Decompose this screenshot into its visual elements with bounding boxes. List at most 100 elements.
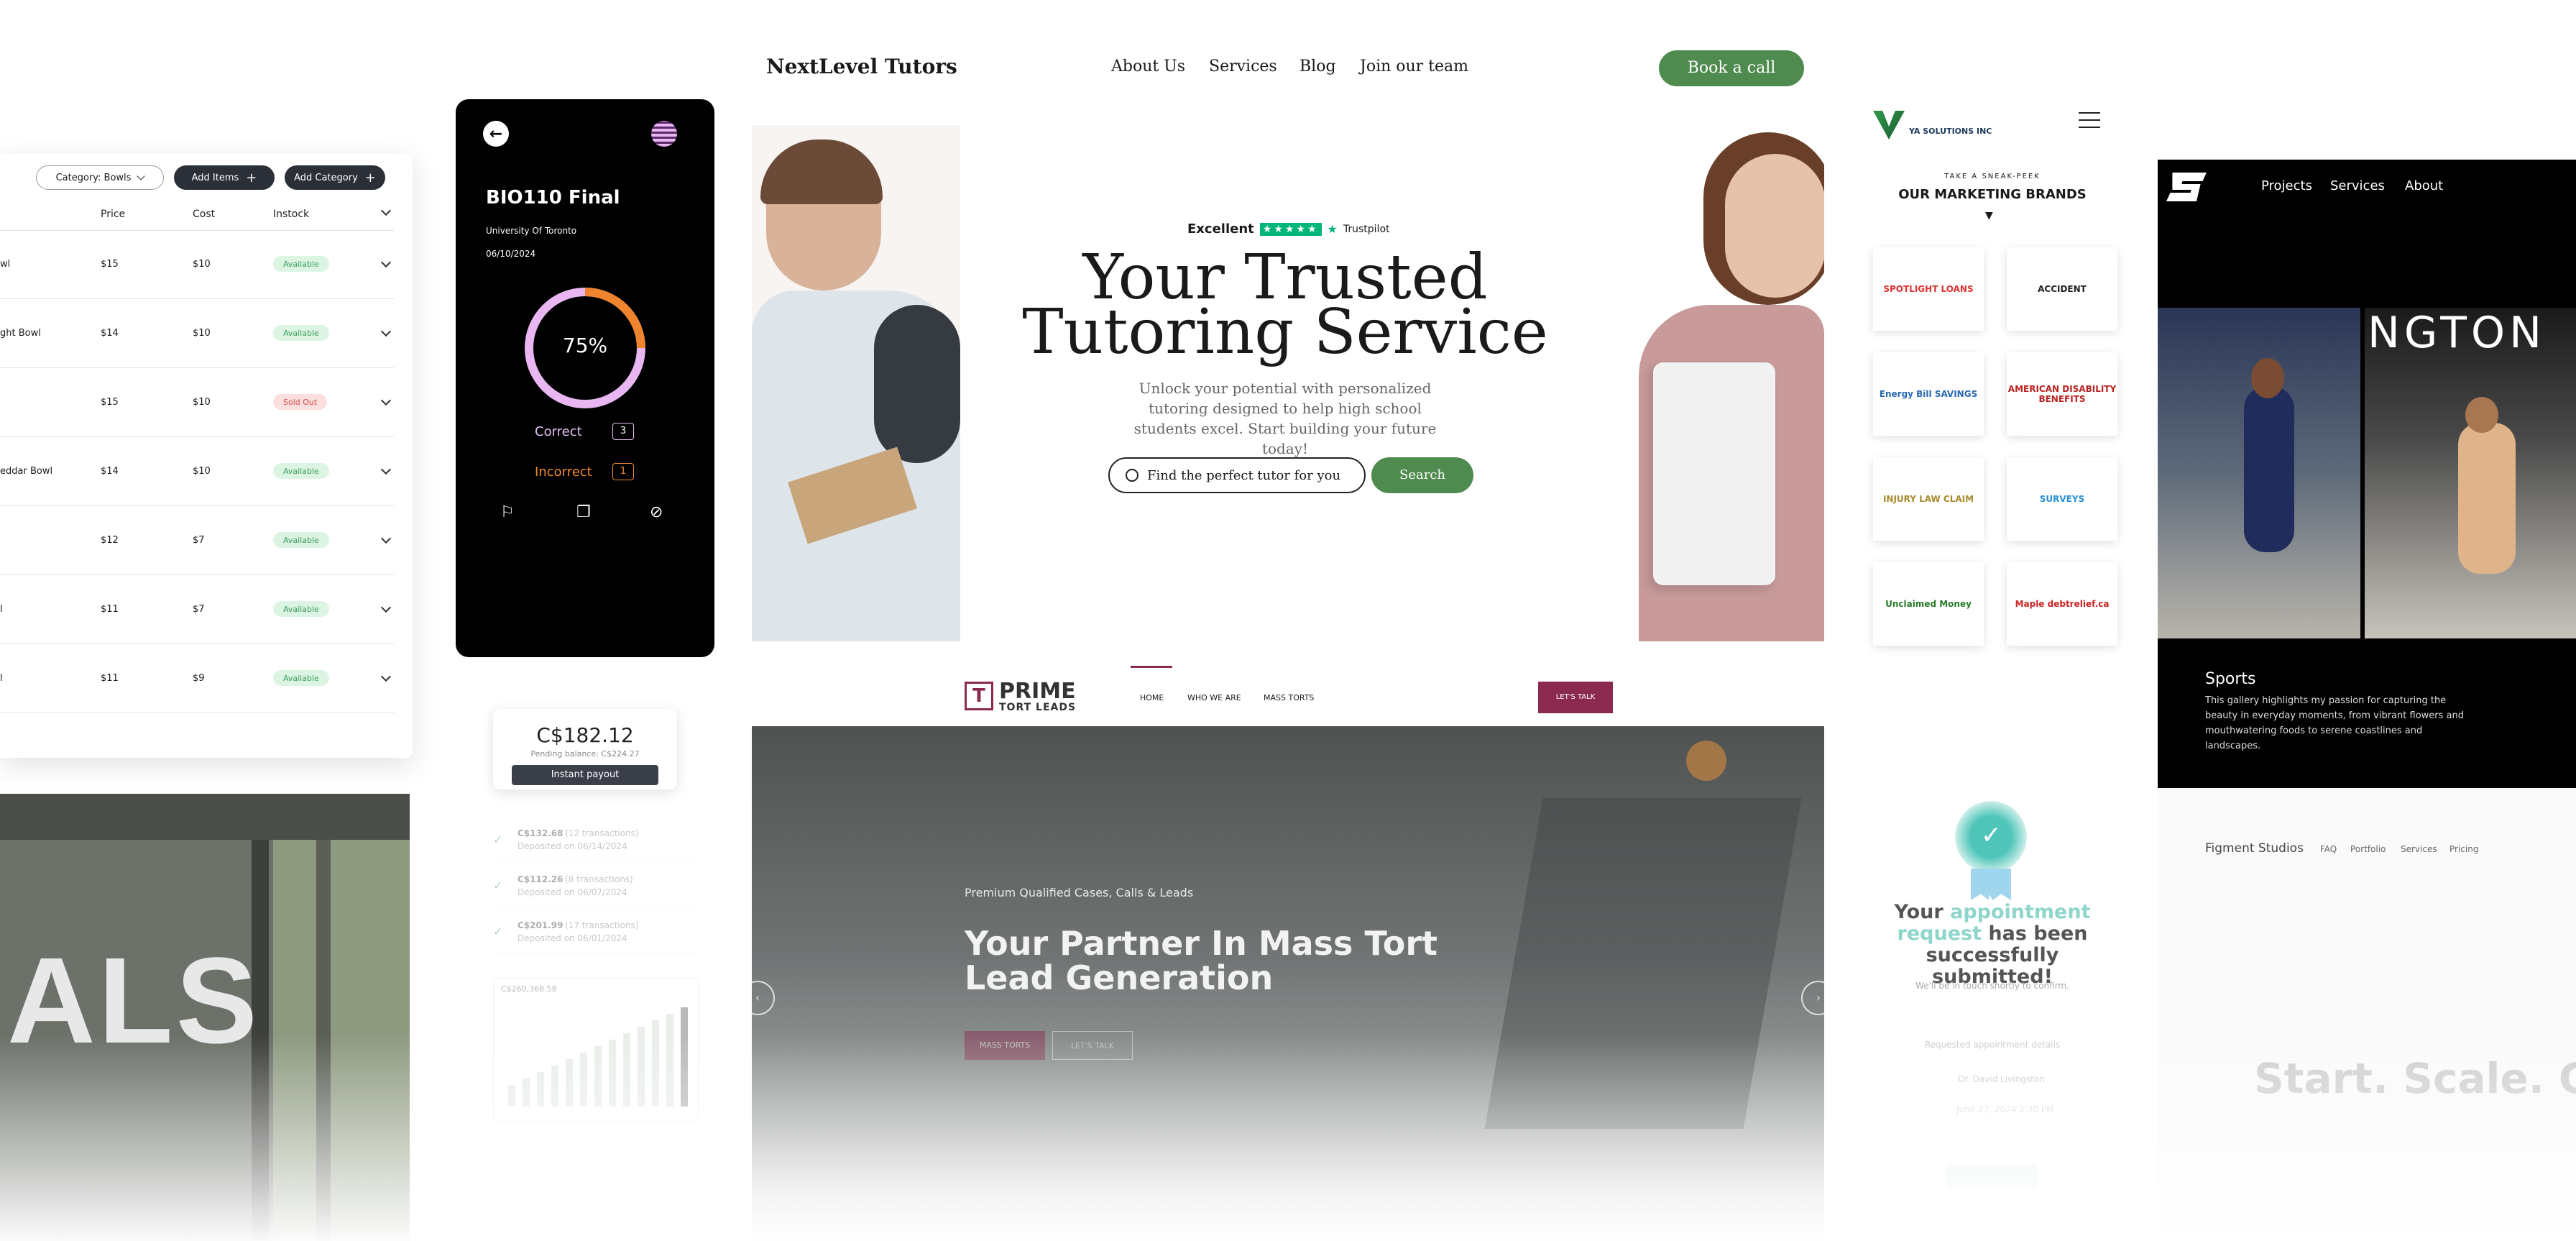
nav-faq[interactable]: FAQ	[2320, 844, 2337, 854]
brand-logo-text: ACCIDENT	[2038, 284, 2087, 294]
nav-projects[interactable]: Projects	[2261, 178, 2312, 193]
confirmation-msg-1: Your	[1894, 901, 1944, 923]
table-row[interactable]: wl $15 $10 Available	[0, 230, 394, 299]
nav-who-we-are[interactable]: WHO WE ARE	[1187, 693, 1241, 702]
quiz-title: BIO110 Final	[486, 187, 620, 209]
ya-logo-icon	[1873, 111, 1905, 139]
nav-services[interactable]: Services	[2330, 178, 2385, 193]
flashcard-icon[interactable]: ⚐	[500, 503, 515, 521]
brand-logo-card[interactable]: Energy Bill SAVINGS	[1873, 352, 1984, 436]
add-category-label: Add Category	[294, 172, 358, 183]
transaction-date: Deposited on 06/01/2024	[518, 933, 627, 943]
nav-blog[interactable]: Blog	[1300, 58, 1336, 75]
brand-logo-card[interactable]: ACCIDENT	[2007, 247, 2117, 331]
brand-logo-card[interactable]: AMERICAN DISABILITY BENEFITS	[2007, 352, 2117, 436]
ya-logo[interactable]: YA SOLUTIONS INC	[1909, 127, 1992, 136]
basketball-photo-2[interactable]: NGTON	[2365, 308, 2576, 638]
payout-amount: C$182.12	[536, 723, 634, 747]
item-name: wl	[0, 259, 11, 270]
add-category-button[interactable]: Add Category +	[285, 165, 385, 190]
figment-headline: Start. Scale. Gro	[2254, 1054, 2576, 1103]
incorrect-label: Incorrect	[535, 464, 592, 480]
nav-mass-torts[interactable]: MASS TORTS	[1264, 693, 1314, 702]
site-logo-icon[interactable]	[2166, 173, 2207, 201]
transaction-count: (12 transactions)	[565, 828, 639, 838]
mass-torts-button[interactable]: MASS TORTS	[965, 1031, 1045, 1060]
search-icon	[1126, 469, 1138, 482]
basketball-photo-1[interactable]	[2158, 308, 2360, 638]
check-icon: ✓	[1981, 821, 2002, 850]
tutor-search-input[interactable]: Find the perfect tutor for you	[1108, 457, 1366, 493]
chevron-down-icon[interactable]	[380, 533, 392, 544]
appointment-details-label: Requested appointment details	[1924, 1040, 2061, 1050]
prime-hero: Premium Qualified Cases, Calls & Leads Y…	[752, 726, 1824, 1241]
table-row[interactable]: ght Bowl $14 $10 Available	[0, 299, 394, 368]
category-filter-button[interactable]: Category: Bowls	[36, 165, 164, 190]
add-items-button[interactable]: Add Items +	[174, 165, 275, 190]
transaction-count: (17 transactions)	[565, 920, 639, 930]
item-cost: $10	[193, 259, 211, 270]
avatar[interactable]	[651, 121, 677, 147]
list-item[interactable]: ✓ C$132.68 (12 transactions) Deposited on 0…	[493, 821, 699, 861]
chevron-down-icon	[137, 172, 146, 180]
lets-talk-button[interactable]: LET'S TALK	[1538, 682, 1613, 713]
chart-bar	[681, 1007, 688, 1107]
table-row[interactable]: l $11 $7 Available	[0, 575, 394, 644]
brand-logo-card[interactable]: Maple debtrelief.ca	[2007, 562, 2117, 646]
list-item[interactable]: ✓ C$201.99 (17 transactions) Deposited on 0…	[493, 913, 699, 953]
plus-icon: +	[246, 170, 257, 186]
chart-bar	[594, 1046, 602, 1107]
table-row[interactable]: $15 $10 Sold Out	[0, 368, 394, 437]
check-icon: ✓	[493, 879, 503, 892]
prime-logo-title[interactable]: PRIME	[999, 679, 1076, 704]
nav-pricing[interactable]: Pricing	[2450, 844, 2478, 854]
nav-services[interactable]: Services	[1209, 58, 1277, 75]
table-row[interactable]: $12 $7 Available	[0, 506, 394, 575]
lets-talk-secondary-button[interactable]: LET'S TALK	[1052, 1031, 1133, 1060]
nav-services[interactable]: Services	[2401, 844, 2437, 854]
chart-bar	[580, 1053, 587, 1107]
search-placeholder: Find the perfect tutor for you	[1147, 467, 1341, 483]
hide-icon[interactable]: ⊘	[650, 503, 663, 521]
nav-home[interactable]: HOME	[1140, 693, 1164, 702]
search-button[interactable]: Search	[1371, 457, 1473, 493]
transaction-date: Deposited on 06/07/2024	[518, 887, 627, 897]
item-cost: $9	[193, 673, 205, 684]
check-icon: ✓	[493, 833, 503, 846]
chevron-down-icon[interactable]	[380, 395, 392, 406]
nav-join-our-team[interactable]: Join our team	[1360, 58, 1468, 75]
nav-about-us[interactable]: About Us	[1111, 58, 1185, 75]
book-a-call-button[interactable]: Book a call	[1659, 50, 1804, 86]
chevron-down-icon[interactable]	[380, 257, 392, 268]
tutors-logo[interactable]: NextLevel Tutors	[766, 55, 957, 78]
transaction-date: Deposited on 06/14/2024	[518, 841, 627, 851]
nav-about[interactable]: About	[2405, 178, 2443, 193]
payout-history: ✓ C$132.68 (12 transactions) Deposited on 0…	[493, 805, 699, 1208]
figment-logo[interactable]: Figment Studios	[2205, 841, 2304, 856]
table-row[interactable]: eddar Bowl $14 $10 Available	[0, 437, 394, 506]
instant-payout-button[interactable]: Instant payout	[512, 765, 658, 785]
list-item[interactable]: ✓ C$112.26 (8 transactions) Deposited on 06…	[493, 867, 699, 907]
back-arrow-icon[interactable]: ←	[483, 121, 509, 147]
nav-portfolio[interactable]: Portfolio	[2350, 844, 2386, 854]
hamburger-menu-icon[interactable]	[2079, 112, 2100, 128]
brand-logo-card[interactable]: SPOTLIGHT LOANS	[1873, 247, 1984, 331]
brand-logo-text: SURVEYS	[2039, 494, 2085, 504]
brand-logo-card[interactable]: SURVEYS	[2007, 457, 2117, 541]
chart-bar	[623, 1033, 630, 1107]
chevron-down-icon[interactable]	[380, 326, 392, 337]
column-header-instock: Instock	[273, 209, 310, 220]
appointment-action-button[interactable]	[1945, 1165, 2038, 1188]
chevron-down-icon[interactable]	[380, 205, 392, 216]
chevron-down-icon[interactable]	[380, 602, 392, 613]
table-row[interactable]: l $11 $9 Available	[0, 644, 394, 713]
next-slide-icon[interactable]: ›	[1801, 981, 1824, 1015]
chevron-down-icon[interactable]	[380, 671, 392, 682]
brand-logo-card[interactable]: Unclaimed Money	[1873, 562, 1984, 646]
tutors-website: NextLevel Tutors About Us Services Blog …	[752, 29, 1824, 641]
chevron-down-icon[interactable]	[380, 464, 392, 475]
meals-hero-text: ALS	[7, 933, 260, 1069]
brand-logo-card[interactable]: INJURY LAW CLAIM	[1873, 457, 1984, 541]
copy-icon[interactable]: ❐	[576, 503, 591, 521]
prev-slide-icon[interactable]: ‹	[752, 981, 775, 1015]
